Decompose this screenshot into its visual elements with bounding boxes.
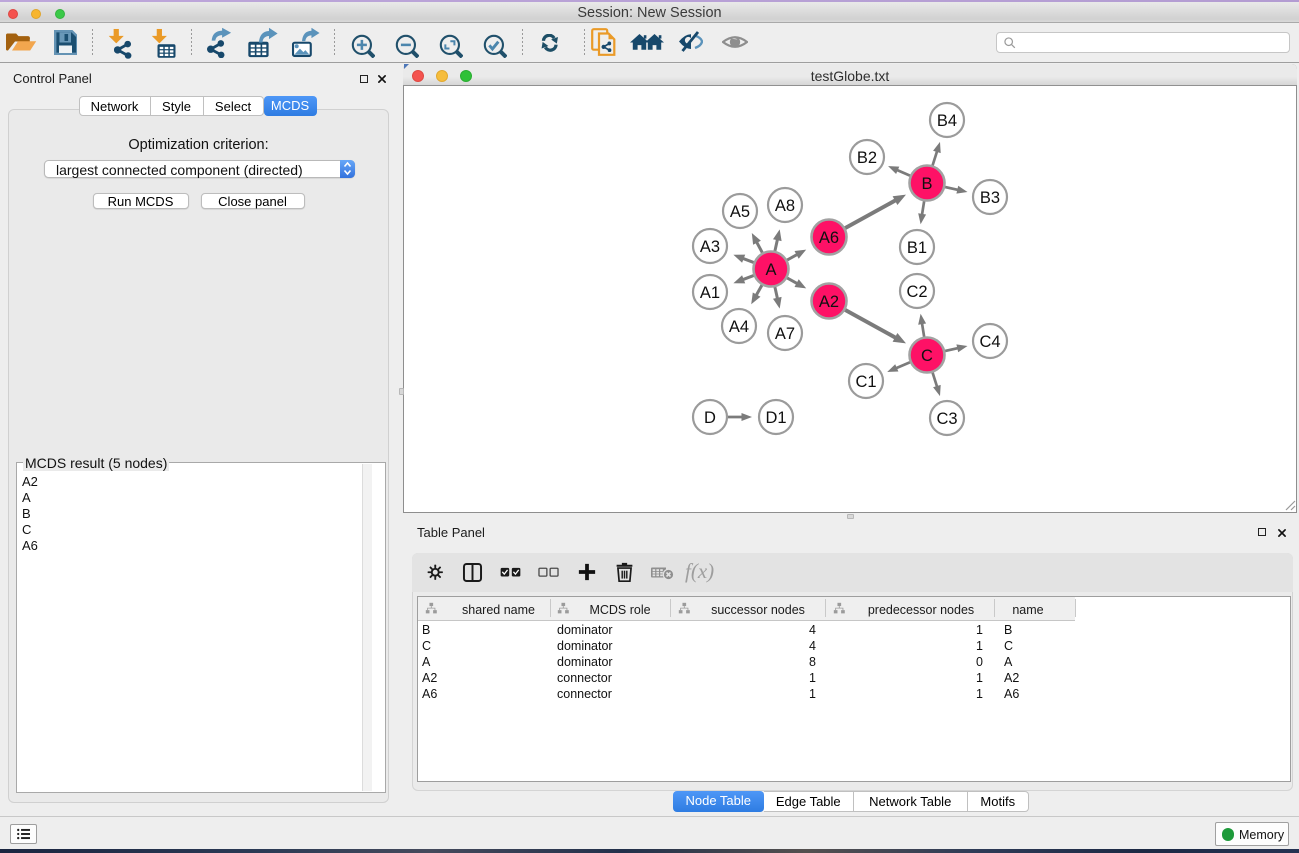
svg-text:A6: A6 <box>819 229 839 247</box>
svg-text:A8: A8 <box>775 197 795 215</box>
svg-text:C: C <box>921 347 933 365</box>
svg-text:B1: B1 <box>907 239 927 257</box>
svg-text:B: B <box>921 175 932 193</box>
svg-text:A5: A5 <box>730 203 750 221</box>
svg-text:C1: C1 <box>855 373 876 391</box>
svg-text:B3: B3 <box>980 189 1000 207</box>
svg-text:D1: D1 <box>765 409 786 427</box>
svg-text:B2: B2 <box>857 149 877 167</box>
svg-text:A1: A1 <box>700 284 720 302</box>
svg-text:A2: A2 <box>819 293 839 311</box>
svg-text:A4: A4 <box>729 318 749 336</box>
svg-text:C3: C3 <box>936 410 957 428</box>
svg-text:A7: A7 <box>775 325 795 343</box>
svg-text:B4: B4 <box>937 112 957 130</box>
svg-text:A: A <box>765 261 776 279</box>
svg-text:C4: C4 <box>979 333 1000 351</box>
svg-text:C2: C2 <box>906 283 927 301</box>
svg-text:D: D <box>704 409 716 427</box>
svg-text:A3: A3 <box>700 238 720 256</box>
